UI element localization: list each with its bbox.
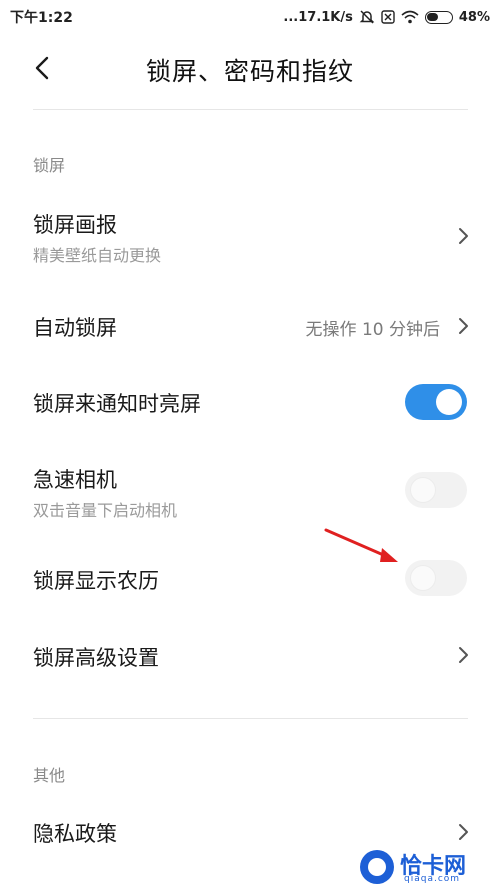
row-wake-on-notification: 锁屏来通知时亮屏 <box>0 370 500 434</box>
watermark-logo-icon <box>360 850 394 884</box>
row-lockscreen-magazine[interactable]: 锁屏画报 精美壁纸自动更换 <box>0 195 500 275</box>
wifi-icon <box>401 10 419 24</box>
row-subtitle: 精美壁纸自动更换 <box>33 246 162 265</box>
row-title: 隐私政策 <box>33 822 117 846</box>
toggle-knob <box>410 477 436 503</box>
row-title: 锁屏画报 <box>33 213 117 237</box>
battery-icon <box>424 10 453 24</box>
page-title: 锁屏、密码和指纹 <box>145 57 354 86</box>
section-label-other: 其他 <box>33 766 66 785</box>
header-divider <box>33 109 468 110</box>
battery-percent: 48% <box>458 9 490 25</box>
toggle-knob <box>410 565 436 591</box>
chevron-right-icon <box>459 228 468 244</box>
mute-icon <box>359 9 375 25</box>
row-title: 自动锁屏 <box>33 316 117 340</box>
wake-on-notification-toggle[interactable] <box>405 384 467 420</box>
row-title: 急速相机 <box>33 468 117 492</box>
row-quick-camera: 急速相机 双击音量下启动相机 <box>0 455 500 535</box>
toggle-knob <box>436 389 462 415</box>
lunar-calendar-toggle[interactable] <box>405 560 467 596</box>
quick-camera-toggle[interactable] <box>405 472 467 508</box>
chevron-right-icon <box>459 824 468 840</box>
row-title: 锁屏高级设置 <box>33 646 159 670</box>
status-bar: 下午1:22 ...17.1K/s 48% <box>0 0 500 34</box>
row-value: 无操作 10 分钟后 <box>305 320 440 340</box>
status-icons: ...17.1K/s 48% <box>283 9 490 25</box>
row-advanced-settings[interactable]: 锁屏高级设置 <box>0 625 500 689</box>
status-time: 下午1:22 <box>10 10 73 26</box>
network-speed: ...17.1K/s <box>283 9 353 25</box>
section-divider <box>33 718 468 719</box>
row-title: 锁屏来通知时亮屏 <box>33 392 201 416</box>
watermark-subtext: qiaqa.com <box>404 874 461 884</box>
row-lunar-calendar: 锁屏显示农历 <box>0 545 500 609</box>
row-subtitle: 双击音量下启动相机 <box>33 501 178 520</box>
sim-off-icon <box>381 10 395 24</box>
row-title: 锁屏显示农历 <box>33 569 159 593</box>
chevron-right-icon <box>459 647 468 663</box>
annotation-arrow-icon <box>324 528 398 562</box>
chevron-right-icon <box>459 318 468 334</box>
row-auto-lock[interactable]: 自动锁屏 无操作 10 分钟后 <box>0 295 500 359</box>
watermark: 恰卡网 qiaqa.com <box>360 846 495 886</box>
header: 锁屏、密码和指纹 <box>0 40 500 98</box>
section-label-lockscreen: 锁屏 <box>33 156 66 175</box>
